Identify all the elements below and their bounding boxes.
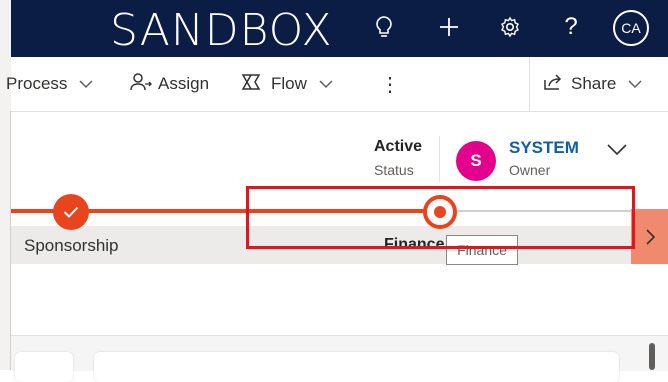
plus-icon[interactable] [434, 12, 464, 42]
chevron-down-icon [79, 74, 93, 94]
flow-icon [241, 73, 263, 96]
status-value: Active [374, 138, 423, 155]
share-icon [543, 73, 563, 96]
share-label: Share [571, 74, 617, 93]
process-button[interactable]: Process [6, 70, 93, 98]
form-card-left [15, 352, 73, 382]
process-label: Process [6, 74, 68, 93]
chevron-down-icon [628, 74, 642, 94]
expand-header-chevron-icon[interactable] [604, 138, 630, 160]
flow-button[interactable]: Flow [241, 70, 333, 98]
environment-banner: SANDBOX [110, 5, 333, 56]
assign-button[interactable]: Assign [130, 70, 209, 98]
chevron-right-icon [645, 228, 655, 245]
assign-icon [130, 72, 152, 97]
form-card-main [94, 352, 619, 382]
owner-label: Owner [509, 162, 551, 178]
next-stage-button[interactable] [631, 209, 668, 264]
owner-name-link[interactable]: SYSTEM [509, 138, 579, 158]
command-bar-divider [529, 57, 530, 111]
assign-label: Assign [158, 74, 210, 93]
header-divider [439, 136, 440, 182]
more-commands-button[interactable]: ⋮ [380, 70, 400, 98]
owner-avatar: S [456, 141, 496, 181]
user-avatar[interactable]: CA [613, 10, 649, 46]
gear-icon[interactable] [495, 12, 525, 42]
status-label: Status [374, 162, 414, 178]
stage-sponsorship-label[interactable]: Sponsorship [24, 236, 119, 256]
help-icon[interactable]: ? [556, 12, 586, 42]
chevron-down-icon [319, 74, 333, 94]
flow-label: Flow [271, 74, 307, 93]
stage-sponsorship-checkmark-icon[interactable] [53, 194, 89, 230]
annotation-highlight-box [246, 186, 635, 249]
share-button[interactable]: Share [543, 70, 642, 98]
vertical-scrollbar[interactable] [649, 343, 655, 370]
lightbulb-icon[interactable] [369, 12, 399, 42]
